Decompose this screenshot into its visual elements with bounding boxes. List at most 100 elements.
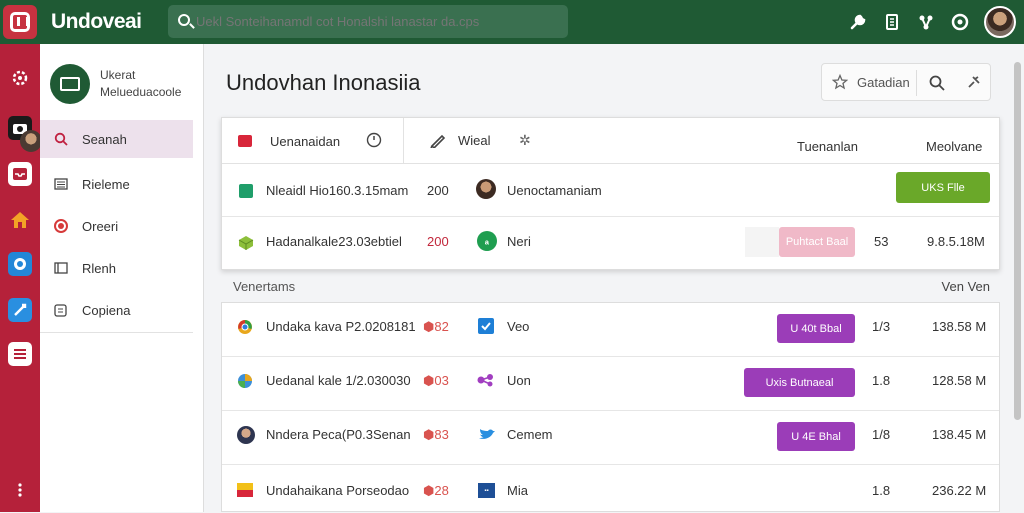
chrome-icon: [237, 319, 253, 338]
pen-icon[interactable]: [430, 132, 446, 151]
search-input[interactable]: [196, 14, 556, 29]
toolbar-card: Gatadian: [821, 63, 991, 101]
project-header[interactable]: Ukerat Melueduacoole: [50, 64, 181, 104]
row-owner: Mia: [507, 483, 528, 498]
top-actions: [848, 6, 1016, 38]
search-icon: [54, 132, 68, 146]
flag-icon: [238, 135, 252, 147]
row-number: ⬢03: [423, 373, 449, 388]
record-icon: [54, 219, 68, 233]
panel-icon: [54, 261, 68, 275]
sparkle-icon[interactable]: ✲: [519, 132, 531, 149]
search-bar[interactable]: [168, 5, 568, 38]
tab-primary-label: Uenanaidan: [270, 133, 341, 149]
project-line2: Melueduacoole: [100, 85, 182, 99]
column-header-a[interactable]: Tuenanlan: [797, 139, 858, 154]
sidebar-item-label: Rieleme: [82, 176, 130, 192]
user-avatar[interactable]: [984, 6, 1016, 38]
globe-icon: [237, 373, 253, 392]
row-name: Nndera Peca(P0.3Senan: [266, 427, 411, 442]
row-number: 200: [427, 234, 449, 249]
share-icon[interactable]: [916, 12, 936, 32]
chat-icon[interactable]: [8, 252, 32, 276]
inbox-icon[interactable]: [8, 162, 32, 186]
list-icon[interactable]: [8, 342, 32, 366]
status-button[interactable]: UKS Flle: [896, 172, 990, 203]
status-button[interactable]: U 40t Bbal: [777, 314, 855, 343]
sidebar-item-panel[interactable]: Rlenh: [40, 249, 193, 287]
star-icon[interactable]: [831, 73, 849, 93]
sidebar-item-record[interactable]: Oreeri: [40, 207, 193, 245]
table-row[interactable]: Uedanal kale 1/2.030030 ⬢03 Uon Uxis But…: [222, 357, 999, 411]
row-owner: Cemem: [507, 427, 553, 442]
bird-icon: [478, 428, 496, 445]
sidebar-item-label: Rlenh: [82, 260, 116, 276]
search-icon: [178, 14, 190, 26]
status-button[interactable]: Uxis Butnaeal: [744, 368, 855, 397]
row-name: Nleaidl Hio160.3.15mam: [266, 183, 409, 198]
person-avatar: [237, 426, 255, 444]
row-number: ⬢82: [423, 319, 449, 334]
table-row[interactable]: Undahaikana Porseodao ⬢28 ▪▪ Mia 1.8 236…: [222, 465, 999, 513]
link-icon: [477, 373, 495, 390]
row-owner: Veo: [507, 319, 530, 334]
pin-icon[interactable]: [967, 75, 981, 92]
owner-avatar: [476, 179, 496, 199]
row-size: 138.45 M: [932, 427, 987, 442]
sidebar: Ukerat Melueduacoole Seanah Rieleme Oree…: [40, 44, 204, 512]
list-icon: [54, 177, 68, 191]
owner-badge-icon: ₐ: [477, 231, 497, 251]
row-number: ⬢83: [423, 427, 449, 442]
sidebar-item-list[interactable]: Rieleme: [40, 165, 193, 203]
row-owner: Uenoctamaniam: [507, 183, 602, 198]
tab-primary[interactable]: Uenanaidan: [222, 118, 404, 164]
toolbar-label[interactable]: Gatadian: [857, 75, 910, 90]
status-button[interactable]: Puhtact Baal: [779, 227, 855, 257]
table-row[interactable]: Nleaidl Hio160.3.15mam 200 Uenoctamaniam…: [222, 164, 999, 217]
scrollbar-thumb[interactable]: [1014, 62, 1021, 420]
settings-icon[interactable]: [8, 66, 32, 90]
project-logo-icon: [50, 64, 90, 104]
row-name: Hadanalkale23.03ebtiel: [266, 234, 402, 249]
row-qty: 1.8: [872, 373, 891, 388]
status-button[interactable]: U 4E Bhal: [777, 422, 855, 451]
row-name: Undaka kava P2.0208181: [266, 319, 416, 334]
row-size: 236.22 M: [932, 483, 987, 498]
row-number: ⬢28: [423, 483, 449, 498]
flag-icon: [237, 483, 253, 497]
project-line1: Ukerat: [100, 68, 136, 82]
table-row[interactable]: Hadanalkale23.03ebtiel 200 ₐ Neri Puhtac…: [222, 217, 999, 271]
app-logo-icon[interactable]: [3, 5, 37, 39]
document-icon[interactable]: [882, 12, 902, 32]
help-icon[interactable]: [950, 12, 970, 32]
row-qty: 1.8: [872, 483, 891, 498]
home-icon[interactable]: [8, 208, 32, 232]
tab-secondary-label[interactable]: Wieal: [458, 133, 491, 148]
page-title: Undovhan Inonasiia: [226, 70, 421, 95]
sidebar-item-copy[interactable]: Copiena: [40, 291, 193, 329]
file-icon: [239, 184, 253, 198]
search-icon[interactable]: [929, 75, 945, 94]
row-name: Undahaikana Porseodao: [266, 483, 410, 498]
more-icon[interactable]: [8, 478, 32, 502]
table-row[interactable]: Undaka kava P2.0208181 ⬢82 Veo U 40t Bba…: [222, 303, 999, 357]
app-badge-icon: ▪▪: [478, 483, 495, 498]
row-size: 128.58 M: [932, 373, 987, 388]
member-avatar[interactable]: [20, 130, 42, 152]
column-header-b[interactable]: Meolvane: [926, 139, 982, 154]
status-prefix: [745, 227, 779, 257]
row-size: 9.8.5.18M: [927, 234, 985, 249]
row-owner: Neri: [507, 234, 531, 249]
sidebar-item-search[interactable]: Seanah: [40, 120, 193, 158]
clock-icon[interactable]: [366, 132, 382, 151]
section-right-label[interactable]: Ven Ven: [942, 279, 990, 294]
app-rail: [0, 44, 42, 512]
check-icon: [478, 318, 494, 337]
row-number: 200: [427, 183, 449, 198]
compose-icon[interactable]: [8, 298, 32, 322]
table-row[interactable]: Nndera Peca(P0.3Senan ⬢83 Cemem U 4E Bha…: [222, 411, 999, 465]
sidebar-item-label: Seanah: [82, 131, 127, 147]
wrench-icon[interactable]: [848, 12, 868, 32]
row-owner: Uon: [507, 373, 531, 388]
row-qty: 1/3: [872, 319, 891, 334]
